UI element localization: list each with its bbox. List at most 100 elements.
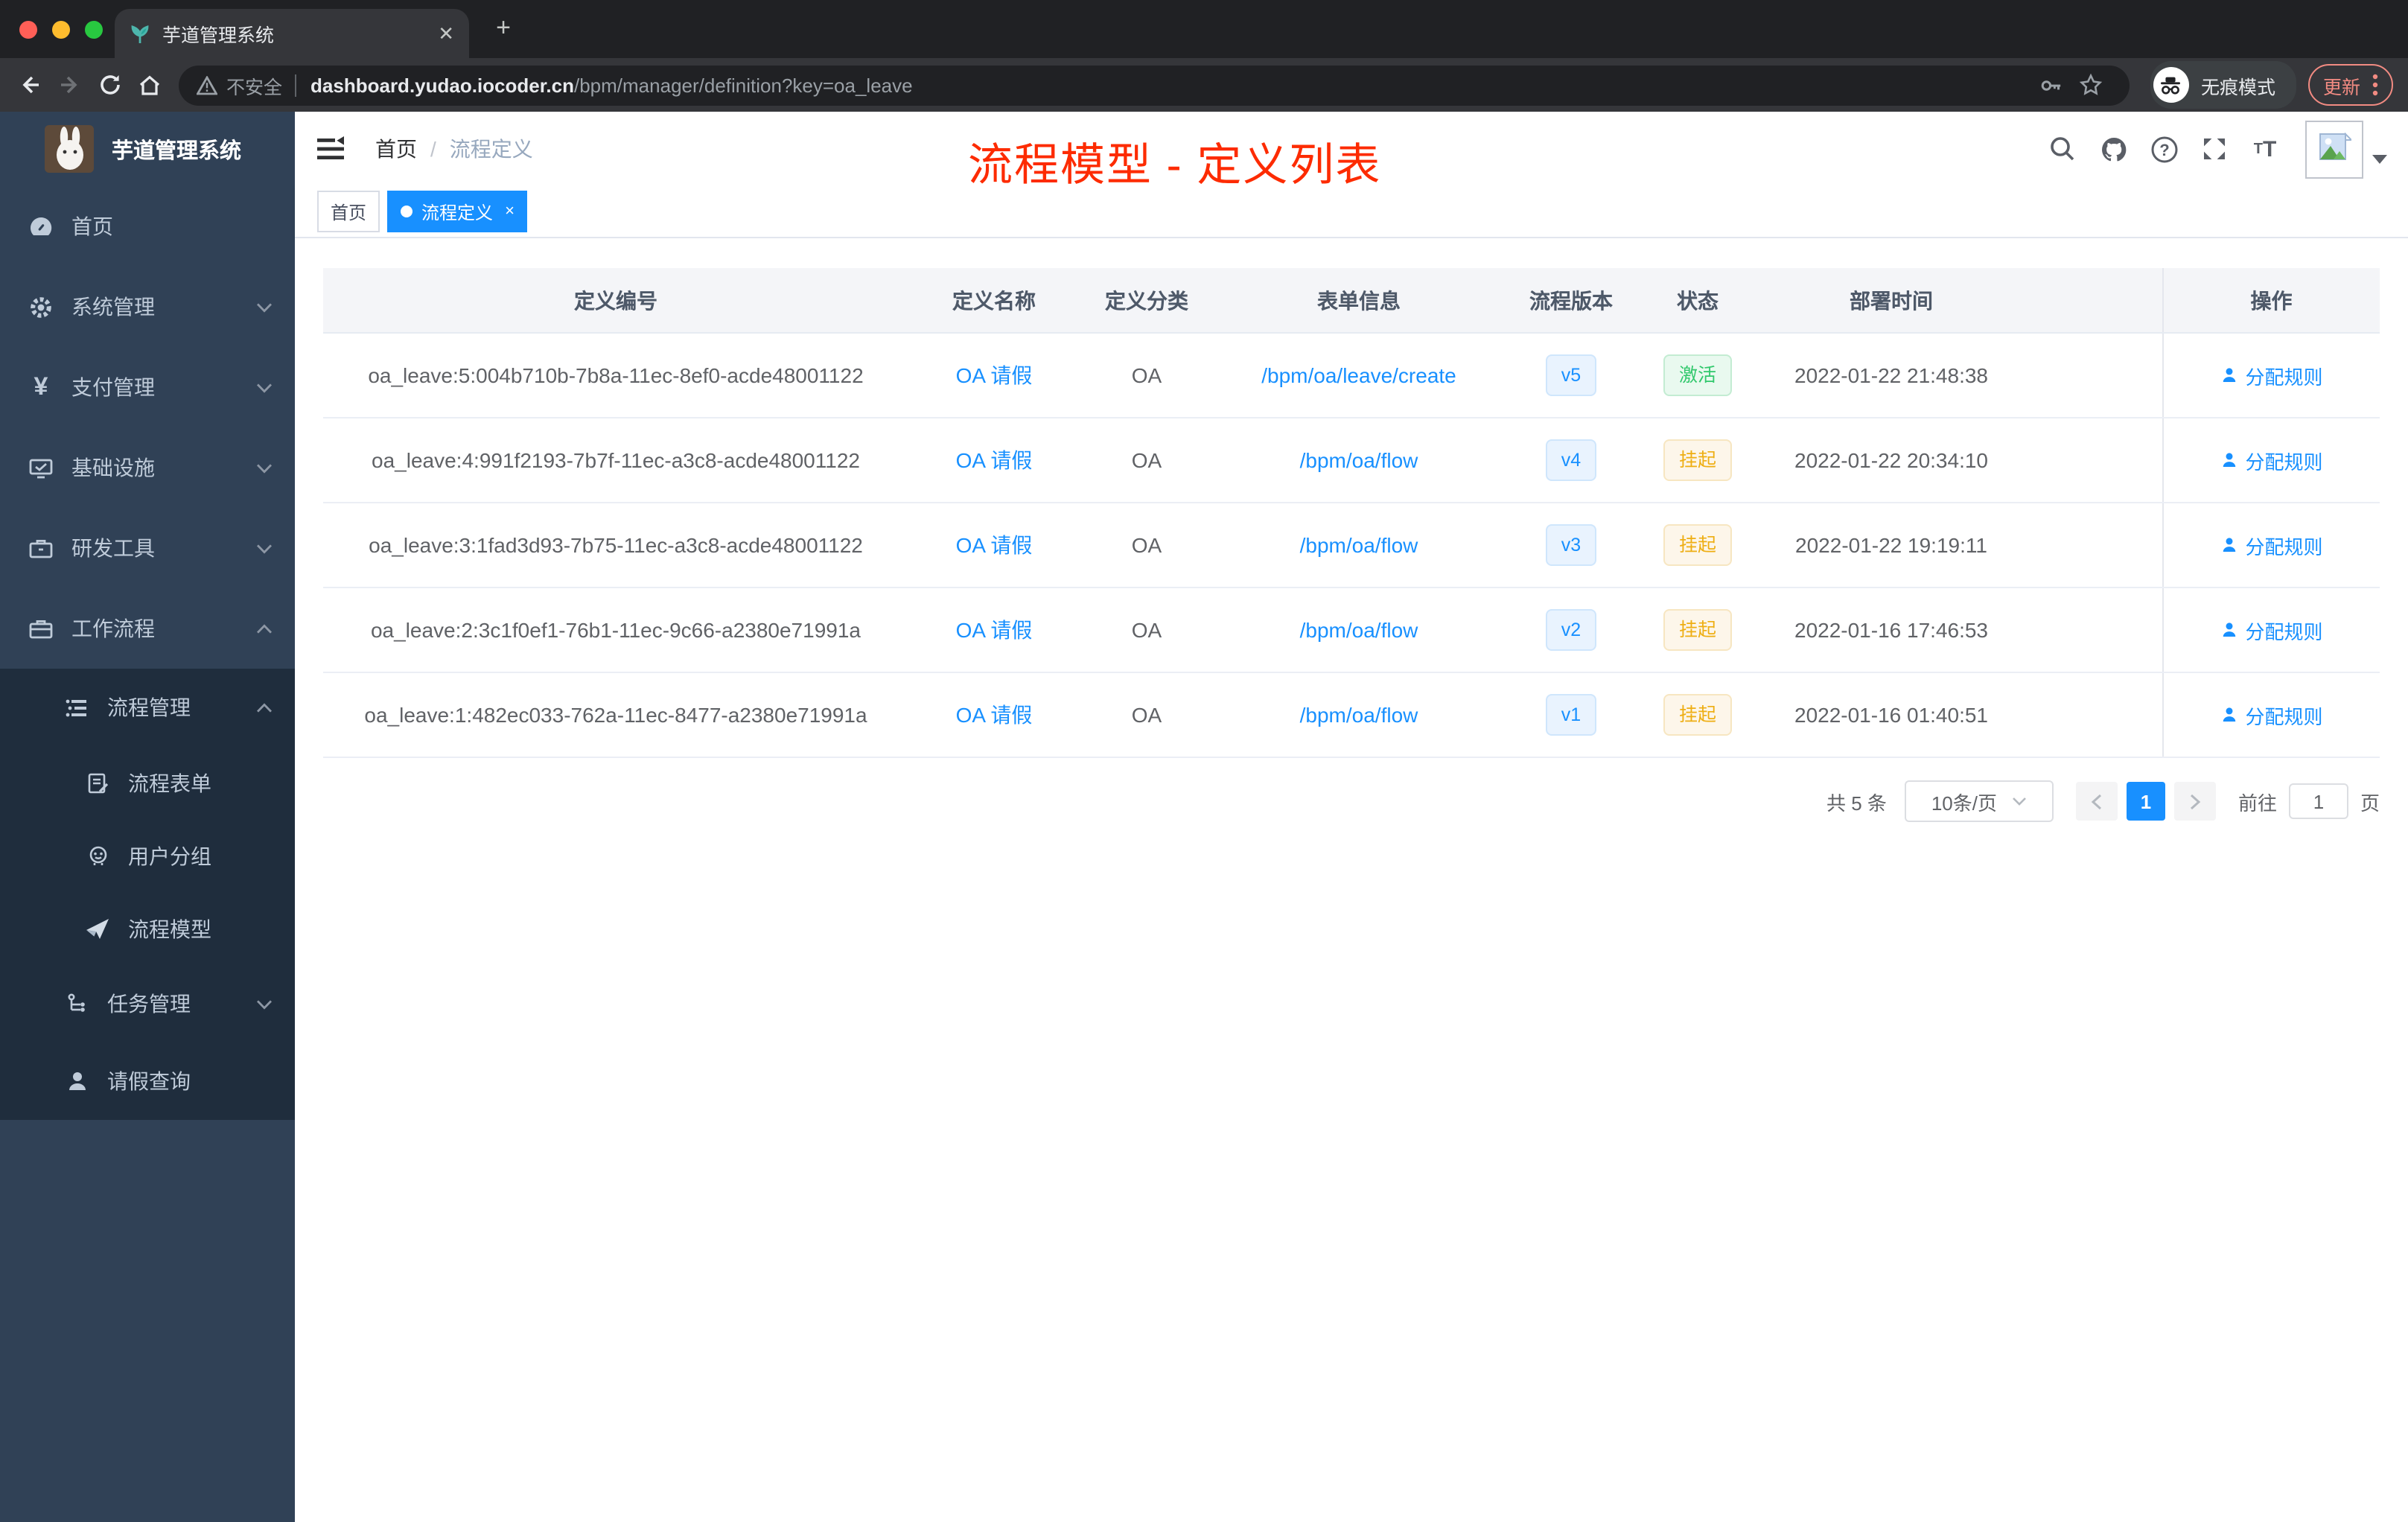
cell-deploy-time: 2022-01-16 01:40:51 (1757, 672, 2025, 758)
favicon-plant-icon (130, 23, 150, 44)
table-row: oa_leave:4:991f2193-7b7f-11ec-a3c8-acde4… (323, 418, 2380, 503)
page-unit-label: 页 (2360, 792, 2380, 814)
url-domain[interactable]: dashboard.yudao.iocoder.cn (310, 74, 574, 96)
tag-label: 流程定义 (421, 202, 494, 223)
cell-definition-id: oa_leave:5:004b710b-7b8a-11ec-8ef0-acde4… (323, 333, 908, 418)
sidebar-collapse-icon[interactable] (316, 134, 345, 164)
back-icon[interactable] (16, 72, 42, 98)
assign-rule-label: 分配规则 (2245, 535, 2323, 558)
column-process-version: 流程版本 (1504, 268, 1638, 334)
assign-rule-label: 分配规则 (2245, 450, 2323, 473)
sidebar-item-process-model[interactable]: 流程模型 (0, 892, 295, 965)
goto-label: 前往 (2237, 792, 2277, 814)
sidebar-item-label: 任务管理 (107, 992, 191, 1016)
column-status: 状态 (1638, 268, 1757, 334)
avatar[interactable] (2305, 120, 2363, 178)
assign-rule-link[interactable]: 分配规则 (2220, 616, 2323, 644)
breadcrumb-home[interactable]: 首页 (375, 134, 417, 164)
help-icon[interactable]: ? (2149, 134, 2179, 164)
column-actions: 操作 (2162, 268, 2380, 334)
zoom-window-button[interactable] (85, 20, 103, 38)
sidebar-item-infrastructure[interactable]: 基础设施 (0, 427, 295, 508)
sidebar-item-payment[interactable]: ¥ 支付管理 (0, 347, 295, 427)
browser-update-button[interactable]: 更新 (2307, 64, 2393, 106)
sidebar-item-leave-query[interactable]: 请假查询 (0, 1042, 295, 1120)
dashboard-icon (28, 214, 54, 239)
sidebar-item-label: 工作流程 (71, 617, 155, 640)
person-icon (2223, 453, 2235, 467)
macos-window-controls[interactable] (19, 20, 103, 38)
goto-page-input[interactable] (2288, 783, 2348, 819)
minimize-window-button[interactable] (52, 20, 70, 38)
assign-rule-link[interactable]: 分配规则 (2220, 361, 2323, 389)
not-secure-warning-icon[interactable] (197, 75, 217, 95)
cell-definition-category: OA (1080, 333, 1214, 418)
update-label[interactable]: 更新 (2323, 71, 2360, 99)
sidebar-item-workflow[interactable]: 工作流程 (0, 588, 295, 669)
sidebar-item-system[interactable]: 系统管理 (0, 267, 295, 347)
version-badge: v4 (1546, 439, 1596, 481)
assign-rule-link[interactable]: 分配规则 (2220, 701, 2323, 729)
cell-spacer (2025, 672, 2162, 758)
page-size-select[interactable]: 10条/页 (1904, 780, 2054, 822)
form-info-link[interactable]: /bpm/oa/flow (1300, 448, 1418, 472)
assign-rule-link[interactable]: 分配规则 (2220, 446, 2323, 474)
close-window-button[interactable] (19, 20, 37, 38)
browser-menu-kebab-icon[interactable] (2372, 73, 2378, 97)
prev-page-button[interactable] (2075, 782, 2118, 821)
next-page-button[interactable] (2173, 782, 2216, 821)
definition-name-link[interactable]: OA 请假 (956, 363, 1033, 387)
home-icon[interactable] (137, 72, 162, 98)
address-bar[interactable]: 不安全 dashboard.yudao.iocoder.cn/bpm/manag… (179, 65, 2130, 105)
sidebar-item-label: 支付管理 (71, 375, 155, 399)
form-info-link[interactable]: /bpm/oa/flow (1300, 703, 1418, 727)
page-content: 定义编号 定义名称 定义分类 表单信息 流程版本 状态 部署时间 操作 oa_l… (295, 238, 2408, 1522)
assign-rule-link[interactable]: 分配规则 (2220, 531, 2323, 559)
incognito-icon (2153, 67, 2189, 103)
forward-icon[interactable] (57, 72, 82, 98)
search-icon[interactable] (2048, 134, 2077, 164)
status-badge: 挂起 (1663, 609, 1731, 651)
sidebar-menu: 首页 系统管理 ¥ 支付管理 基础设施 研发工具 工作流程 流程管理 流程表单 … (0, 186, 295, 1120)
new-tab-button[interactable]: + (487, 12, 520, 45)
reload-icon[interactable] (97, 72, 122, 98)
version-badge: v3 (1546, 524, 1596, 566)
toolbox-icon (28, 535, 54, 561)
definition-name-link[interactable]: OA 请假 (956, 703, 1033, 727)
url-divider (294, 74, 296, 96)
page-number-active[interactable]: 1 (2126, 782, 2165, 821)
definition-name-link[interactable]: OA 请假 (956, 448, 1033, 472)
definition-name-link[interactable]: OA 请假 (956, 618, 1033, 642)
sidebar-item-dev-tools[interactable]: 研发工具 (0, 508, 295, 588)
sidebar: 芋道管理系统 首页 系统管理 ¥ 支付管理 基础设施 研发工具 工作流程 流程管… (0, 112, 295, 1522)
page-size-value: 10条/页 (1931, 792, 1997, 814)
tag-close-icon[interactable]: × (505, 203, 515, 220)
caret-down-icon[interactable] (2372, 155, 2387, 164)
tag-home[interactable]: 首页 (317, 191, 380, 232)
yen-icon: ¥ (34, 372, 48, 401)
url-path[interactable]: /bpm/manager/definition?key=oa_leave (574, 74, 913, 96)
incognito-badge: 无痕模式 (2150, 61, 2296, 109)
sidebar-item-home[interactable]: 首页 (0, 186, 295, 267)
sidebar-item-user-group[interactable]: 用户分组 (0, 819, 295, 892)
fullscreen-icon[interactable] (2200, 134, 2229, 164)
tab-close-icon[interactable]: ✕ (438, 22, 454, 45)
form-icon (85, 770, 110, 795)
form-info-link[interactable]: /bpm/oa/flow (1300, 618, 1418, 642)
form-info-link[interactable]: /bpm/oa/flow (1300, 533, 1418, 557)
sidebar-item-process-management[interactable]: 流程管理 (0, 669, 295, 746)
form-info-link[interactable]: /bpm/oa/leave/create (1261, 363, 1456, 387)
sidebar-logo[interactable]: 芋道管理系统 (0, 112, 295, 186)
definition-name-link[interactable]: OA 请假 (956, 533, 1033, 557)
sidebar-item-process-form[interactable]: 流程表单 (0, 746, 295, 819)
github-icon[interactable] (2098, 134, 2128, 164)
browser-tab[interactable]: 芋道管理系统 ✕ (115, 9, 469, 58)
tag-process-definition[interactable]: 流程定义 × (387, 191, 528, 232)
sidebar-item-task-management[interactable]: 任务管理 (0, 965, 295, 1042)
bookmark-star-icon[interactable] (2079, 72, 2104, 98)
key-icon[interactable] (2039, 72, 2064, 98)
font-size-icon[interactable]: TT (2250, 134, 2280, 164)
not-secure-label[interactable]: 不安全 (226, 71, 282, 99)
cell-deploy-time: 2022-01-22 19:19:11 (1757, 503, 2025, 588)
cell-definition-category: OA (1080, 503, 1214, 588)
